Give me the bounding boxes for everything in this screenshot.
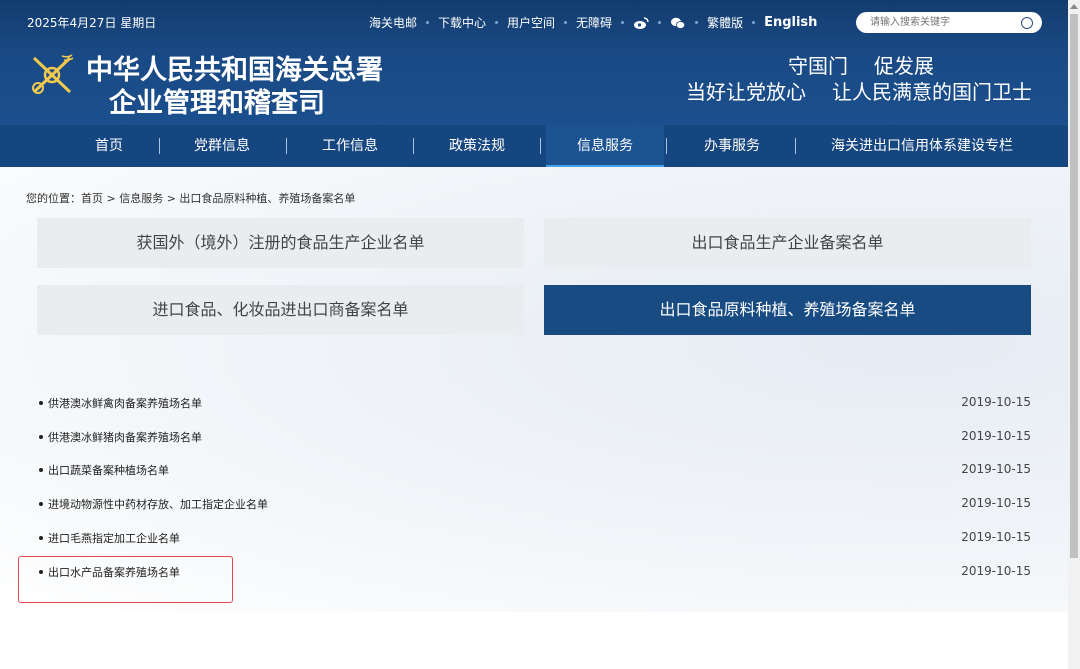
- list-item-title[interactable]: 进口毛燕指定加工企业名单: [48, 532, 180, 545]
- scrollbar-thumb[interactable]: [1070, 14, 1078, 558]
- nav-item-info-service[interactable]: 信息服务: [546, 125, 664, 167]
- slogan-text: 当好让党放心: [686, 80, 806, 104]
- list-item-title[interactable]: 进境动物源性中药材存放、加工指定企业名单: [48, 498, 268, 511]
- link-separator: [752, 21, 756, 24]
- link-separator: [695, 21, 699, 24]
- bullet: [39, 435, 43, 439]
- customs-emblem-logo: [26, 52, 78, 98]
- list-item-date: 2019-10-15: [961, 530, 1031, 544]
- accessibility-link[interactable]: 无障碍: [576, 14, 612, 31]
- wechat-icon[interactable]: [670, 16, 686, 30]
- nav-divider: [286, 138, 287, 154]
- scroll-up-arrow-icon[interactable]: [1070, 4, 1078, 9]
- list-item: 出口蔬菜备案种植场名单 2019-10-15: [39, 462, 1031, 482]
- traditional-chinese-link[interactable]: 繁體版: [707, 14, 743, 31]
- nav-item-policy[interactable]: 政策法规: [435, 125, 519, 167]
- nav-divider: [795, 138, 796, 154]
- list-item: 供港澳冰鲜禽肉备案养殖场名单 2019-10-15: [39, 395, 1031, 415]
- vertical-scrollbar[interactable]: [1068, 0, 1080, 669]
- page: 2025年4月27日 星期日 海关电邮 下载中心 用户空间 无障碍 繁體版 En…: [0, 0, 1068, 669]
- link-separator: [564, 21, 568, 24]
- bullet: [39, 468, 43, 472]
- list-item: 进境动物源性中药材存放、加工指定企业名单 2019-10-15: [39, 496, 1031, 516]
- search-box: [856, 12, 1042, 33]
- slogan-text: 守国门: [788, 54, 848, 78]
- bullet: [39, 536, 43, 540]
- bullet: [39, 401, 43, 405]
- user-space-link[interactable]: 用户空间: [507, 14, 555, 31]
- list-item: 进口毛燕指定加工企业名单 2019-10-15: [39, 530, 1031, 550]
- site-header: 2025年4月27日 星期日 海关电邮 下载中心 用户空间 无障碍 繁體版 En…: [0, 0, 1068, 125]
- link-separator: [621, 21, 625, 24]
- link-separator: [495, 21, 499, 24]
- slogan-text: 促发展: [874, 54, 934, 78]
- english-link[interactable]: English: [764, 15, 817, 30]
- nav-divider: [540, 138, 541, 154]
- nav-item-credit[interactable]: 海关进出口信用体系建设专栏: [818, 125, 1026, 167]
- list-item-date: 2019-10-15: [961, 395, 1031, 409]
- list-item-date: 2019-10-15: [961, 564, 1031, 578]
- site-subtitle: 企业管理和稽查司: [109, 88, 325, 119]
- category-farms-active[interactable]: 出口食品原料种植、养殖场备案名单: [544, 285, 1031, 335]
- download-center-link[interactable]: 下载中心: [438, 14, 486, 31]
- search-input[interactable]: [870, 15, 1010, 30]
- nav-item-services[interactable]: 办事服务: [690, 125, 774, 167]
- bullet: [39, 502, 43, 506]
- nav-divider: [666, 138, 667, 154]
- breadcrumb: 您的位置：首页 > 信息服务 > 出口食品原料种植、养殖场备案名单: [26, 192, 356, 205]
- current-date: 2025年4月27日 星期日: [27, 16, 157, 30]
- slogan-line-1: 守国门 促发展: [788, 50, 934, 79]
- nav-divider: [159, 138, 160, 154]
- list-item-date: 2019-10-15: [961, 462, 1031, 476]
- category-overseas-registered[interactable]: 获国外（境外）注册的食品生产企业名单: [37, 218, 524, 268]
- category-export-producers[interactable]: 出口食品生产企业备案名单: [544, 218, 1031, 268]
- category-import-cosmetics[interactable]: 进口食品、化妆品进出口商备案名单: [37, 285, 524, 335]
- list-item-title[interactable]: 供港澳冰鲜禽肉备案养殖场名单: [48, 397, 202, 410]
- search-icon[interactable]: [1021, 17, 1033, 29]
- nav-item-home[interactable]: 首页: [80, 125, 138, 167]
- slogan-line-2: 当好让党放心 让人民满意的国门卫士: [686, 76, 1032, 105]
- weibo-icon[interactable]: [633, 16, 649, 30]
- top-bar: 2025年4月27日 星期日 海关电邮 下载中心 用户空间 无障碍 繁體版 En…: [0, 0, 1068, 44]
- link-separator: [426, 21, 430, 24]
- list-item-date: 2019-10-15: [961, 496, 1031, 510]
- nav-divider: [413, 138, 414, 154]
- link-separator: [658, 21, 662, 24]
- slogan-text: 让人民满意的国门卫士: [832, 80, 1032, 104]
- main-nav: 首页 党群信息 工作信息 政策法规 信息服务 办事服务 海关进出口信用体系建设专…: [0, 125, 1068, 167]
- list-item-title[interactable]: 出口蔬菜备案种植场名单: [48, 464, 169, 477]
- list-item-title[interactable]: 供港澳冰鲜猪肉备案养殖场名单: [48, 431, 202, 444]
- highlight-box: [18, 556, 233, 603]
- list-item: 供港澳冰鲜猪肉备案养殖场名单 2019-10-15: [39, 429, 1031, 449]
- mail-link[interactable]: 海关电邮: [369, 14, 417, 31]
- top-links: 海关电邮 下载中心 用户空间 无障碍 繁體版 English: [369, 14, 817, 31]
- nav-item-party[interactable]: 党群信息: [180, 125, 264, 167]
- nav-item-work[interactable]: 工作信息: [308, 125, 392, 167]
- list-item-date: 2019-10-15: [961, 429, 1031, 443]
